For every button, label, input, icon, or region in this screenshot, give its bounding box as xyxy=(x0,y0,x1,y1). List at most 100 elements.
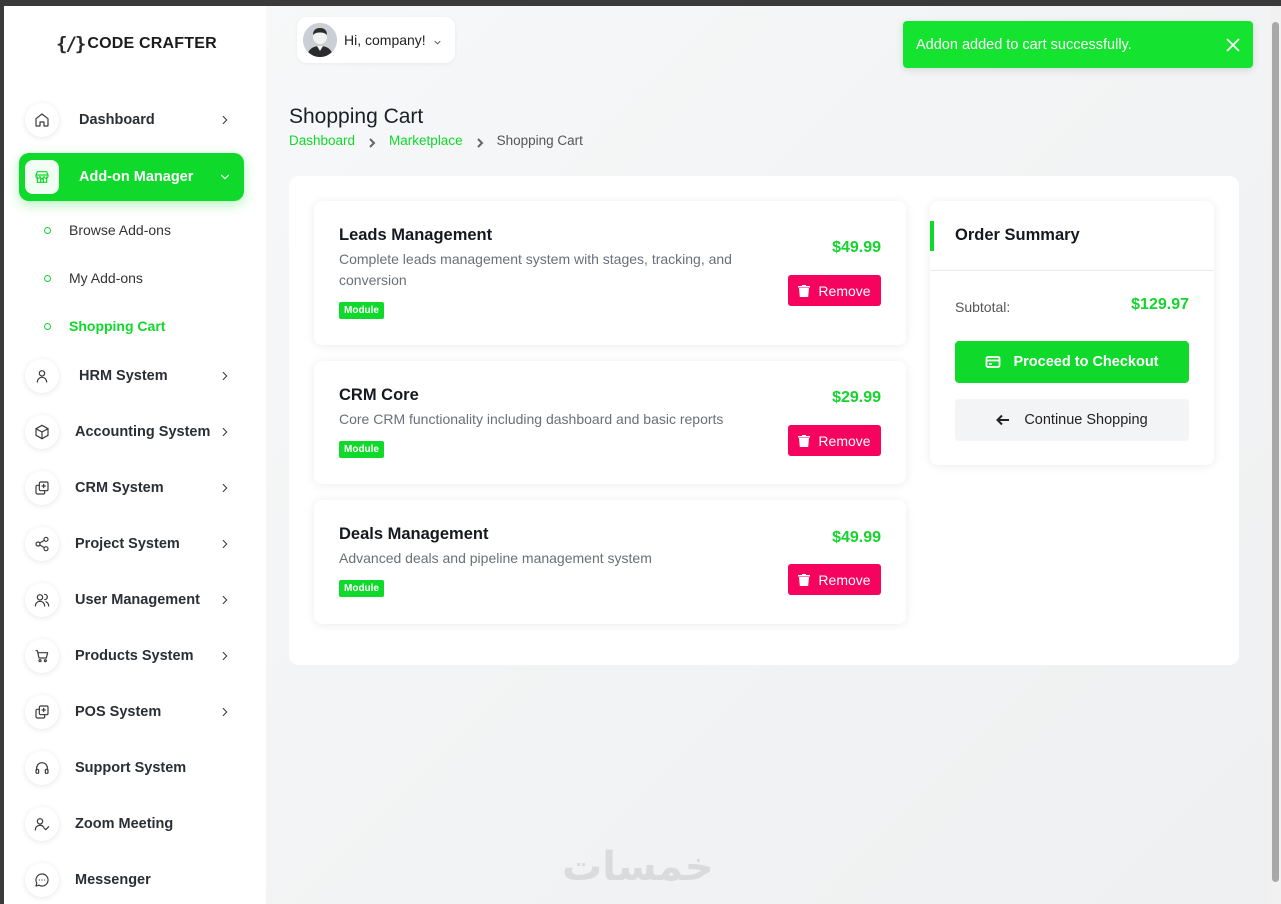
chevron-right-icon xyxy=(367,136,377,148)
sidebar-item-support-system[interactable]: Support System xyxy=(19,744,244,792)
sidebar-item-label: POS System xyxy=(75,704,162,720)
breadcrumb-dashboard[interactable]: Dashboard xyxy=(289,133,355,148)
cart-panel: Leads Management Complete leads manageme… xyxy=(289,176,1239,665)
sidebar-item-label: Products System xyxy=(75,648,194,664)
user-greeting: Hi, company! xyxy=(344,32,426,48)
breadcrumb-current: Shopping Cart xyxy=(496,133,583,148)
item-name: Deals Management xyxy=(339,525,489,543)
sidebar-item-project-system[interactable]: Project System xyxy=(19,520,244,568)
watermark: خمسات xyxy=(562,844,714,890)
summary-title: Order Summary xyxy=(955,226,1080,244)
sidebar-item-products-system[interactable]: Products System xyxy=(19,632,244,680)
chevron-right-icon xyxy=(218,593,232,607)
chevron-right-icon xyxy=(218,481,232,495)
chevron-right-icon xyxy=(218,705,232,719)
success-toast: Addon added to cart successfully. xyxy=(903,21,1253,68)
chat-icon xyxy=(25,863,59,897)
remove-label: Remove xyxy=(818,432,871,449)
subtotal-value: $129.97 xyxy=(1131,296,1189,313)
module-badge: Module xyxy=(339,441,384,458)
item-description: Complete leads management system with st… xyxy=(339,251,732,288)
remove-button[interactable]: Remove xyxy=(788,275,881,306)
logo-mark: {/} xyxy=(56,33,86,55)
sidebar-item-label: Zoom Meeting xyxy=(75,816,174,832)
chevron-right-icon xyxy=(218,649,232,663)
sidebar-item-label: Dashboard xyxy=(79,112,155,128)
bullet-icon xyxy=(44,322,51,330)
item-name: CRM Core xyxy=(339,386,419,404)
sidebar: {/} CODE CRAFTER Dashboard Add-on Manage… xyxy=(4,6,266,904)
remove-label: Remove xyxy=(818,571,871,588)
submenu-item-browse-addons[interactable]: Browse Add-ons xyxy=(44,218,171,242)
sidebar-item-addon-manager[interactable]: Add-on Manager xyxy=(19,153,244,201)
sidebar-item-accounting-system[interactable]: Accounting System xyxy=(19,408,244,456)
submenu-item-label: My Add-ons xyxy=(69,270,143,286)
sidebar-item-dashboard[interactable]: Dashboard xyxy=(19,96,244,144)
logo-text: CODE CRAFTER xyxy=(87,35,217,52)
sidebar-item-label: Project System xyxy=(75,536,180,552)
checkout-label: Proceed to Checkout xyxy=(1013,354,1159,370)
sidebar-item-hrm-system[interactable]: HRM System xyxy=(19,352,244,400)
users-icon xyxy=(25,583,59,617)
item-price: $49.99 xyxy=(832,239,881,256)
store-icon xyxy=(25,160,59,194)
item-name: Leads Management xyxy=(339,226,493,244)
user-menu[interactable]: Hi, company! xyxy=(297,17,455,63)
close-icon[interactable] xyxy=(1225,37,1241,53)
cart-item: Deals Management Advanced deals and pipe… xyxy=(314,500,906,624)
remove-button[interactable]: Remove xyxy=(788,564,881,595)
order-summary: Order Summary Subtotal: $129.97 Proceed … xyxy=(930,201,1214,465)
chevron-right-icon xyxy=(218,369,232,383)
proceed-to-checkout-button[interactable]: Proceed to Checkout xyxy=(955,341,1189,383)
sidebar-item-user-management[interactable]: User Management xyxy=(19,576,244,624)
arrow-left-icon xyxy=(996,414,1010,426)
sidebar-item-label: Messenger xyxy=(75,872,151,888)
headset-icon xyxy=(25,751,59,785)
user-icon xyxy=(25,359,59,393)
logo[interactable]: {/} CODE CRAFTER xyxy=(56,32,217,56)
sidebar-item-label: Accounting System xyxy=(75,424,211,440)
chevron-right-icon xyxy=(218,113,232,127)
toast-message: Addon added to cart successfully. xyxy=(916,36,1132,53)
box-icon xyxy=(25,415,59,449)
item-description: Core CRM functionality including dashboa… xyxy=(339,411,724,427)
submenu-item-my-addons[interactable]: My Add-ons xyxy=(44,266,143,290)
item-price: $49.99 xyxy=(832,529,881,546)
home-icon xyxy=(25,103,59,137)
module-badge: Module xyxy=(339,302,384,319)
sidebar-item-pos-system[interactable]: POS System xyxy=(19,688,244,736)
cart-item: Leads Management Complete leads manageme… xyxy=(314,201,906,345)
continue-shopping-button[interactable]: Continue Shopping xyxy=(955,399,1189,441)
cart-item: CRM Core Core CRM functionality includin… xyxy=(314,361,906,484)
share-icon xyxy=(25,527,59,561)
scrollbar-thumb[interactable] xyxy=(1272,22,1279,882)
sidebar-item-crm-system[interactable]: CRM System xyxy=(19,464,244,512)
sidebar-item-label: Add-on Manager xyxy=(79,169,194,185)
remove-label: Remove xyxy=(818,282,871,299)
chevron-right-icon xyxy=(475,136,485,148)
continue-label: Continue Shopping xyxy=(1024,412,1148,428)
module-badge: Module xyxy=(339,580,384,597)
trash-icon xyxy=(798,573,811,586)
chevron-right-icon xyxy=(218,537,232,551)
layers-icon xyxy=(25,471,59,505)
scrollbar[interactable] xyxy=(1270,6,1281,904)
trash-icon xyxy=(798,284,811,297)
submenu-item-label: Browse Add-ons xyxy=(69,222,171,238)
breadcrumb-marketplace[interactable]: Marketplace xyxy=(389,133,463,148)
sidebar-item-label: CRM System xyxy=(75,480,164,496)
submenu-item-shopping-cart[interactable]: Shopping Cart xyxy=(44,314,165,338)
breadcrumb: Dashboard Marketplace Shopping Cart xyxy=(289,133,583,148)
subtotal-label: Subtotal: xyxy=(955,299,1011,315)
chevron-down-icon xyxy=(432,35,443,46)
sidebar-item-zoom-meeting[interactable]: Zoom Meeting xyxy=(19,800,244,848)
page-title: Shopping Cart xyxy=(289,105,424,128)
remove-button[interactable]: Remove xyxy=(788,425,881,456)
chevron-down-icon xyxy=(218,170,232,184)
bullet-icon xyxy=(44,274,51,282)
layers-icon xyxy=(25,695,59,729)
sidebar-item-messenger[interactable]: Messenger xyxy=(19,856,244,904)
cart-icon xyxy=(25,639,59,673)
app-window: {/} CODE CRAFTER Dashboard Add-on Manage… xyxy=(4,6,1270,904)
sidebar-item-label: User Management xyxy=(75,592,200,608)
